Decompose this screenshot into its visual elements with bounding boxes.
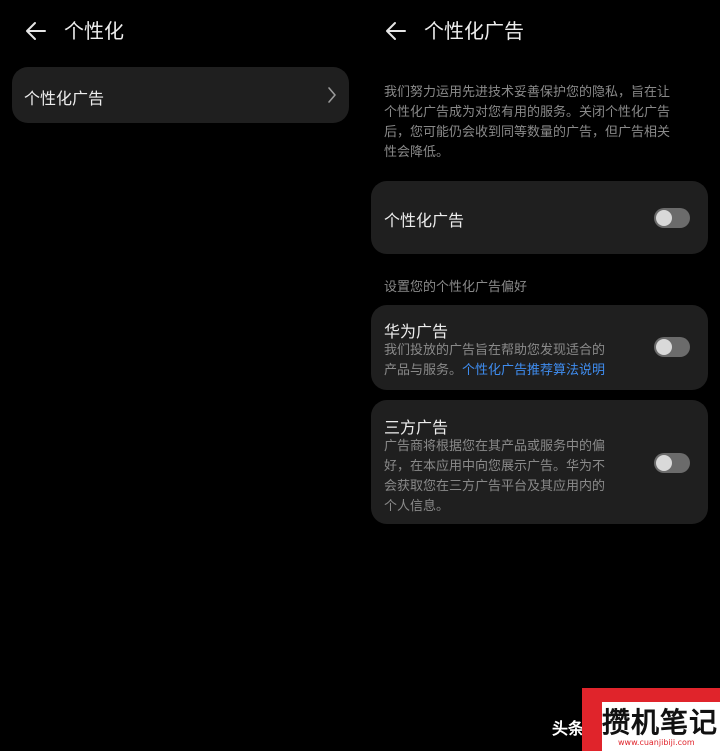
third-party-ads-desc: 广告商将根据您在其产品或服务中的偏 好，在本应用中向您展示广告。华为不 会获取您… (384, 437, 634, 517)
third-party-ads-card: 三方广告 广告商将根据您在其产品或服务中的偏 好，在本应用中向您展示广告。华为不… (371, 400, 708, 524)
right-panel: 个性化广告 我们努力运用先进技术妥善保护您的隐私，旨在让 个性化广告成为对您有用… (360, 0, 720, 751)
left-panel: 个性化 个性化广告 (0, 0, 360, 751)
third-party-ads-title: 三方广告 (384, 418, 449, 437)
huawei-ads-title: 华为广告 (384, 322, 449, 341)
desc-line: 会获取您在三方广告平台及其应用内的 (384, 479, 606, 494)
menu-item-personalized-ads[interactable]: 个性化广告 (12, 67, 349, 123)
intro-line: 后，您可能仍会收到同等数量的广告，但广告相关 (384, 125, 671, 140)
watermark-red-block (582, 688, 602, 751)
intro-line: 性会降低。 (384, 145, 450, 160)
desc-line: 好，在本应用中向您展示广告。华为不 (384, 459, 606, 474)
personalized-ads-toggle-card: 个性化广告 (371, 181, 708, 254)
page-title: 个性化广告 (424, 19, 524, 43)
desc-line: 广告商将根据您在其产品或服务中的偏 (384, 439, 606, 454)
desc-line: 我们投放的广告旨在帮助您发现适合的 (384, 343, 606, 358)
watermark-url: www.cuanjibiji.com (618, 738, 695, 747)
third-party-ads-switch[interactable] (654, 453, 690, 473)
watermark-red-bar (582, 688, 720, 702)
page-title: 个性化 (64, 19, 124, 43)
watermark-prefix: 头条 (552, 719, 585, 738)
desc-prefix: 产品与服务。 (384, 363, 463, 378)
section-title: 设置您的个性化广告偏好 (384, 280, 528, 295)
watermark-brand: 攒机笔记 (602, 706, 719, 739)
intro-line: 个性化广告成为对您有用的服务。关闭个性化广告 (384, 105, 671, 120)
menu-item-label: 个性化广告 (24, 89, 105, 108)
huawei-ads-switch[interactable] (654, 337, 690, 357)
watermark-logo: 攒机笔记 www.cuanjibiji.com (582, 688, 720, 751)
toggle-label: 个性化广告 (384, 211, 465, 230)
back-arrow-icon[interactable] (383, 18, 409, 44)
switch-knob (656, 339, 672, 355)
desc-line: 个人信息。 (384, 499, 450, 514)
intro-line: 我们努力运用先进技术妥善保护您的隐私，旨在让 (384, 85, 671, 100)
personalized-ads-switch[interactable] (654, 208, 690, 228)
chevron-right-icon (328, 87, 336, 103)
back-arrow-icon[interactable] (23, 18, 49, 44)
huawei-ads-desc: 我们投放的广告旨在帮助您发现适合的 产品与服务。个性化广告推荐算法说明 (384, 341, 634, 381)
algorithm-explanation-link[interactable]: 个性化广告推荐算法说明 (462, 363, 605, 378)
desc-line: 产品与服务。个性化广告推荐算法说明 (384, 361, 634, 381)
huawei-ads-card: 华为广告 我们投放的广告旨在帮助您发现适合的 产品与服务。个性化广告推荐算法说明 (371, 305, 708, 390)
switch-knob (656, 210, 672, 226)
intro-text: 我们努力运用先进技术妥善保护您的隐私，旨在让 个性化广告成为对您有用的服务。关闭… (384, 83, 704, 163)
switch-knob (656, 455, 672, 471)
